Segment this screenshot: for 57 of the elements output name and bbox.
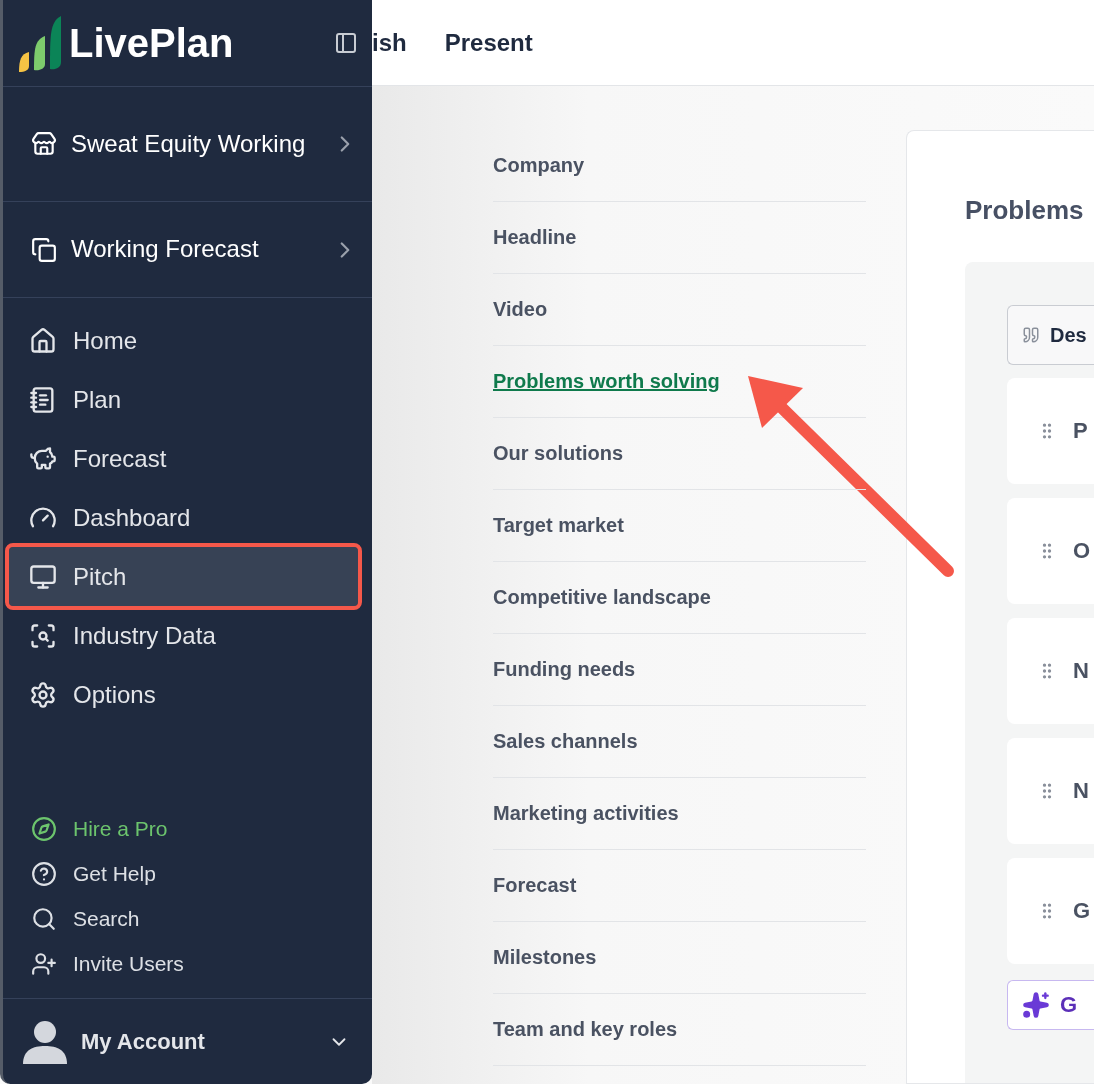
list-item-card[interactable]: G <box>1007 858 1094 964</box>
sidebar-link[interactable]: Hire a Pro <box>31 812 372 845</box>
notebook-icon <box>29 385 57 414</box>
section-link[interactable]: Marketing activities <box>493 802 679 825</box>
section-link[interactable]: Target market <box>493 514 624 537</box>
item-title: P <box>1073 418 1088 444</box>
list-item-card[interactable]: P <box>1007 378 1094 484</box>
piggy-bank-icon <box>29 444 57 473</box>
section-link[interactable]: Funding needs <box>493 658 636 681</box>
nav-item[interactable]: Options <box>9 665 358 724</box>
list-item-card[interactable]: O <box>1007 498 1094 604</box>
logo-text: LivePlan <box>69 20 235 66</box>
logo-bars-icon <box>17 14 61 72</box>
section-link[interactable]: Video <box>493 298 548 321</box>
store-icon <box>31 131 57 157</box>
section-link[interactable]: Sales channels <box>493 730 638 753</box>
list-item-card[interactable]: N <box>1007 738 1094 844</box>
editor-title: Problems <box>965 195 1085 226</box>
item-title: G <box>1073 898 1091 924</box>
quote-icon <box>1022 326 1040 344</box>
sparkles-icon <box>1022 991 1050 1019</box>
section-link[interactable]: Our solutions <box>493 442 623 465</box>
section-link[interactable]: Headline <box>493 226 577 249</box>
generate-button[interactable]: G <box>1007 980 1094 1030</box>
section-link[interactable]: Milestones <box>493 946 597 969</box>
user-icon <box>23 1019 67 1064</box>
magnifier-icon <box>29 621 57 650</box>
section-link[interactable]: Forecast <box>493 874 577 897</box>
compass-icon <box>31 815 57 842</box>
item-title: N <box>1073 778 1089 804</box>
home-icon <box>29 326 57 355</box>
nav-item[interactable]: Forecast <box>9 429 358 488</box>
search-icon <box>31 905 57 932</box>
item-title: O <box>1073 538 1091 564</box>
copy-icon <box>31 236 57 263</box>
monitor-icon <box>29 562 57 591</box>
section-link[interactable]: Problems worth solving <box>493 370 720 393</box>
nav-item[interactable]: Industry Data <box>9 606 358 665</box>
sidebar-link[interactable]: Invite Users <box>31 947 372 980</box>
description-tab[interactable]: Des <box>1007 305 1094 365</box>
sidebar-link[interactable]: Search <box>31 902 372 935</box>
nav-item[interactable]: Dashboard <box>9 488 358 547</box>
item-title: N <box>1073 658 1089 684</box>
section-link[interactable]: Competitive landscape <box>493 586 711 609</box>
nav-item[interactable]: Home <box>9 311 358 370</box>
user-plus-icon <box>31 950 57 977</box>
help-icon <box>31 860 57 887</box>
list-item-card[interactable]: N <box>1007 618 1094 724</box>
sidebar-link[interactable]: Get Help <box>31 857 372 890</box>
settings-icon <box>29 680 57 709</box>
header-tab[interactable]: ish <box>372 28 407 57</box>
account-menu-button[interactable]: My Account <box>3 998 372 1084</box>
header-tab[interactable]: Present <box>444 28 533 57</box>
sidebar-toggle-button[interactable] <box>334 31 358 55</box>
section-link[interactable]: Company <box>493 154 585 177</box>
section-link[interactable]: Team and key roles <box>493 1018 678 1041</box>
nav-item[interactable]: Plan <box>9 370 358 429</box>
